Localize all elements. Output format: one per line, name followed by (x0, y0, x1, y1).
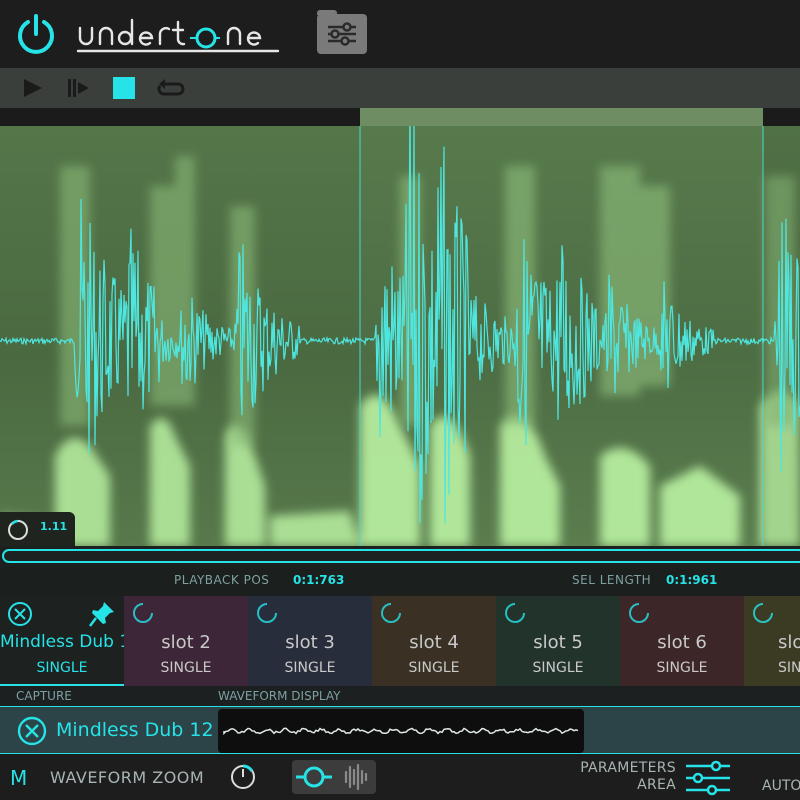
slot-5[interactable]: slot 5 SINGLE (496, 596, 620, 686)
slot-1[interactable]: Mindless Dub 12 SINGLE (0, 596, 141, 686)
speed-control[interactable]: 1.11 (0, 512, 75, 546)
slot-2[interactable]: slot 2 SINGLE (124, 596, 248, 686)
slot-2-name: slot 2 (161, 632, 211, 653)
loop-icon[interactable] (154, 76, 186, 100)
sliders-icon[interactable] (684, 760, 732, 796)
slot-4-mode: SINGLE (408, 660, 460, 676)
zoom-ring-icon (303, 766, 325, 788)
capture-label: CAPTURE (16, 689, 72, 703)
app-logo (76, 18, 280, 53)
capture-labels: CAPTURE WAVEFORM DISPLAY (0, 686, 800, 706)
m-button[interactable]: M (10, 766, 27, 790)
preset-folder-button[interactable] (317, 14, 367, 54)
slot-5-mode: SINGLE (532, 660, 584, 676)
parameters-label-line2: AREA (637, 777, 676, 793)
timeline-ruler[interactable] (0, 108, 800, 126)
speed-value: 1.11 (40, 520, 68, 533)
close-icon[interactable] (6, 600, 34, 628)
undertone-app: 1.11 PLAYBACK POS 0:1:763 SEL LENGTH 0:1… (0, 0, 800, 800)
zoom-mode-toggle[interactable] (292, 760, 376, 794)
mini-waveform[interactable] (218, 709, 584, 753)
auto-label[interactable]: AUTO (762, 778, 800, 794)
spectrogram-view[interactable] (0, 126, 800, 546)
speed-knob[interactable] (6, 518, 30, 542)
power-icon[interactable] (14, 12, 58, 56)
scrollbar-thumb[interactable] (2, 549, 800, 563)
selection-range[interactable] (360, 108, 763, 126)
play-icon[interactable] (20, 76, 46, 100)
slot-3[interactable]: slot 3 SINGLE (248, 596, 372, 686)
slot-4-name: slot 4 (409, 632, 459, 653)
capture-strip: Mindless Dub 12 (0, 706, 800, 754)
play-selection-icon[interactable] (66, 76, 92, 100)
slot-strip: Mindless Dub 12 SINGLE slot 2 SINGLE slo… (0, 596, 800, 686)
slot-7-name: slo (778, 632, 800, 653)
playback-pos-label: PLAYBACK POS (174, 573, 270, 587)
sel-length-label: SEL LENGTH (572, 573, 652, 587)
slot-3-mode: SINGLE (284, 660, 336, 676)
slot-6-name: slot 6 (657, 632, 707, 653)
pin-icon[interactable] (88, 600, 116, 628)
slot-7[interactable]: slo SIN (744, 596, 800, 686)
slot-spinner-icon (381, 603, 401, 623)
parameters-area-label: PARAMETERS AREA (520, 760, 676, 794)
slot-spinner-icon (257, 603, 277, 623)
slot-7-mode: SIN (778, 660, 800, 676)
waveform-zoom-label: WAVEFORM ZOOM (50, 768, 205, 787)
slot-2-mode: SINGLE (160, 660, 212, 676)
close-icon[interactable] (16, 715, 48, 747)
slot-6[interactable]: slot 6 SINGLE (620, 596, 744, 686)
slot-1-name: Mindless Dub 12 (0, 632, 141, 652)
slot-spinner-icon (753, 603, 773, 623)
parameters-label-line1: PARAMETERS (580, 760, 676, 776)
stop-icon[interactable] (111, 76, 137, 100)
waveform-display-label: WAVEFORM DISPLAY (218, 689, 341, 703)
slot-spinner-icon (629, 603, 649, 623)
playback-pos-value: 0:1:763 (293, 573, 345, 587)
slot-4[interactable]: slot 4 SINGLE (372, 596, 496, 686)
sliders-icon (328, 22, 356, 46)
status-bar: PLAYBACK POS 0:1:763 SEL LENGTH 0:1:961 (0, 566, 800, 596)
slot-5-name: slot 5 (533, 632, 583, 653)
slot-6-mode: SINGLE (656, 660, 708, 676)
waveform-display[interactable] (0, 108, 800, 546)
transport-bar (0, 68, 800, 108)
slot-3-name: slot 3 (285, 632, 335, 653)
horizontal-scrollbar[interactable] (0, 546, 800, 566)
slot-1-mode: SINGLE (36, 660, 88, 676)
sel-length-value: 0:1:961 (666, 573, 718, 587)
header-bar (0, 0, 800, 68)
waveform-zoom-knob[interactable] (228, 762, 258, 792)
bottom-bar: M WAVEFORM ZOOM PARAMETERS AREA AUTO (0, 754, 800, 800)
slot-spinner-icon (505, 603, 525, 623)
slot-spinner-icon (133, 603, 153, 623)
capture-clip-name: Mindless Dub 12 (56, 719, 214, 741)
